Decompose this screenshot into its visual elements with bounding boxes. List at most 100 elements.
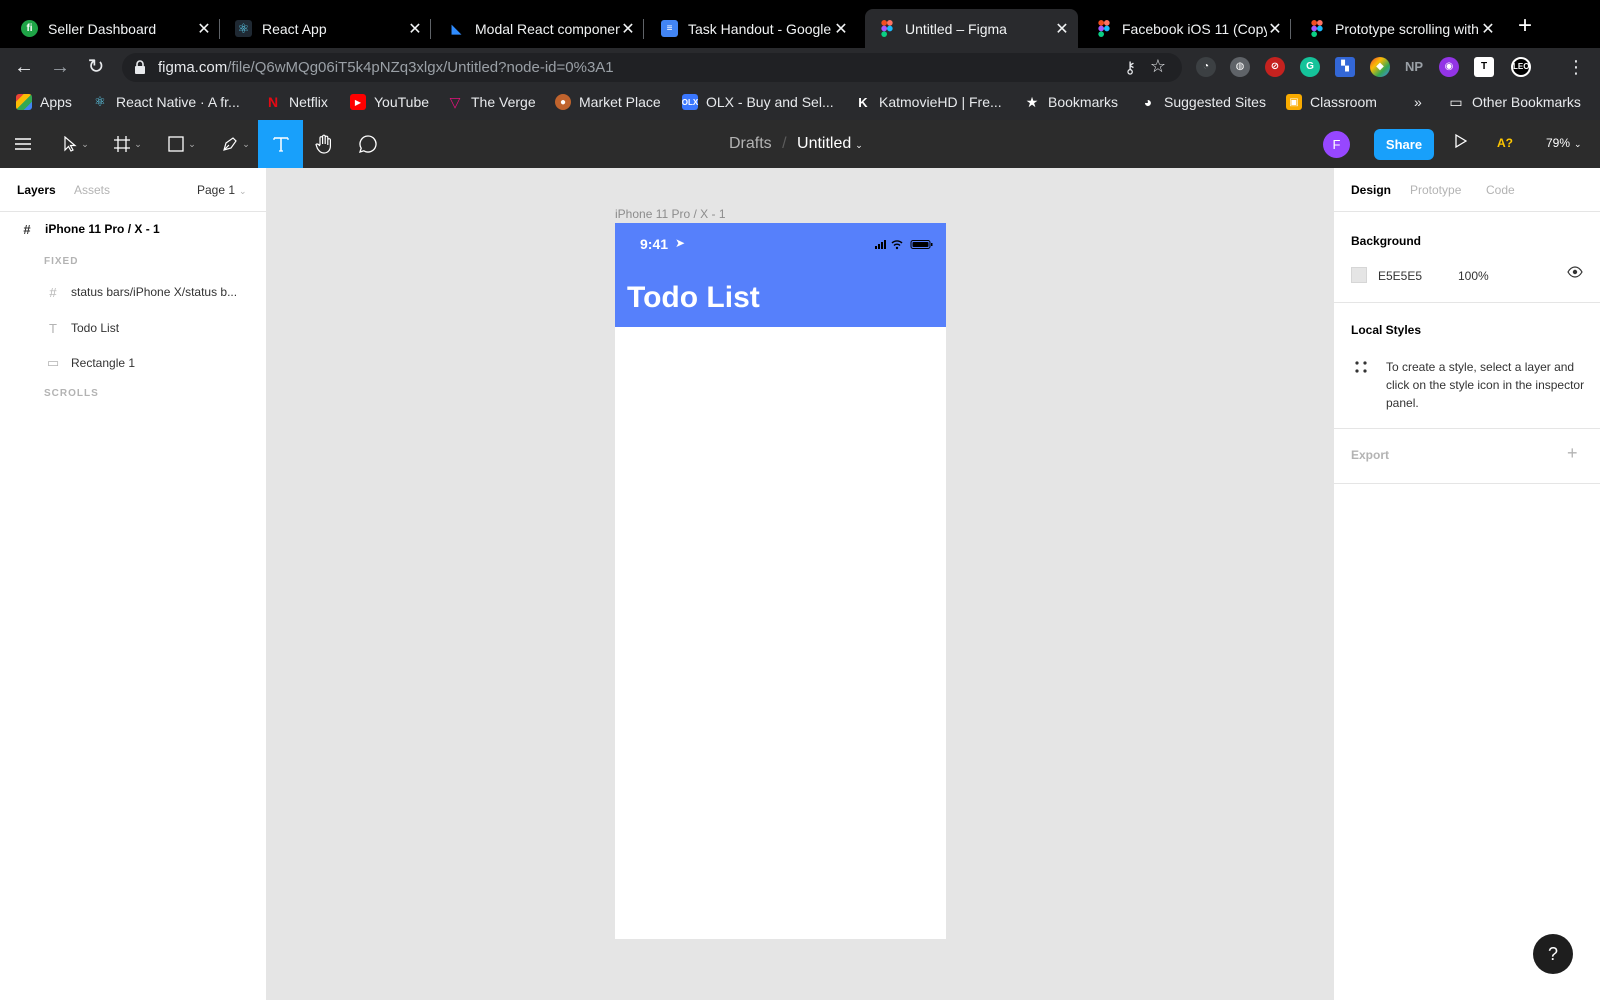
avatar[interactable]: F	[1323, 131, 1350, 158]
layer-name: status bars/iPhone X/status b...	[71, 285, 238, 299]
new-tab-icon[interactable]: +	[1518, 12, 1532, 40]
tab-layers[interactable]: Layers	[17, 183, 56, 197]
tab-task-handout[interactable]: ≡ Task Handout - Google Docs ✕	[648, 9, 857, 48]
frame-icon: #	[49, 284, 57, 300]
bookmark-netflix[interactable]: N Netflix	[265, 94, 328, 110]
share-button[interactable]: Share	[1374, 129, 1434, 160]
bookmark-bookmarks[interactable]: ★ Bookmarks	[1024, 93, 1118, 111]
background-hex-input[interactable]: E5E5E5	[1378, 269, 1422, 283]
header-rectangle[interactable]: 9:41 ➤ Todo List	[615, 223, 946, 327]
forward-icon[interactable]: →	[47, 54, 73, 80]
more-menu-icon[interactable]: ⋮	[1563, 54, 1589, 80]
hand-icon	[315, 134, 331, 154]
hand-tool-button[interactable]	[306, 120, 342, 168]
bookmark-apps[interactable]: Apps	[16, 94, 72, 110]
layer-todo-list[interactable]: T Todo List	[0, 313, 267, 343]
close-tab-icon[interactable]: ✕	[1267, 19, 1283, 39]
design-canvas[interactable]: iPhone 11 Pro / X - 1 9:41 ➤ Todo List	[267, 168, 1333, 1000]
extension-clock-icon[interactable]: ◔	[1196, 57, 1216, 77]
background-opacity-input[interactable]: 100%	[1458, 269, 1489, 283]
layer-rectangle-1[interactable]: ▭ Rectangle 1	[0, 348, 267, 378]
bookmark-classroom[interactable]: ▣ Classroom	[1286, 94, 1377, 110]
bookmark-youtube[interactable]: ▶ YouTube	[350, 94, 429, 110]
color-picker-icon[interactable]: ◆	[1370, 57, 1390, 77]
close-tab-icon[interactable]: ✕	[407, 19, 423, 39]
folder-icon: ▭	[1449, 93, 1463, 110]
add-export-icon[interactable]: +	[1567, 443, 1578, 464]
fixed-section-label: FIXED	[44, 256, 79, 267]
frame-label[interactable]: iPhone 11 Pro / X - 1	[615, 207, 726, 221]
close-tab-icon[interactable]: ✕	[196, 19, 212, 39]
close-tab-icon[interactable]: ✕	[1480, 19, 1496, 39]
figma-favicon-icon	[878, 20, 895, 37]
bookmark-other-bookmarks[interactable]: ▭ Other Bookmarks	[1448, 93, 1581, 111]
bookmark-suggested-sites[interactable]: ◕ Suggested Sites	[1140, 94, 1266, 110]
file-name[interactable]: Untitled	[797, 135, 851, 152]
lock-icon	[135, 60, 145, 74]
browser-tab-strip: fi Seller Dashboard ✕ ⚛ React App ✕ ◣ Mo…	[0, 0, 1600, 48]
close-tab-icon[interactable]: ✕	[1054, 19, 1070, 39]
panel-divider	[1334, 211, 1600, 212]
eye-icon[interactable]	[1567, 266, 1583, 278]
tab-modal-react[interactable]: ◣ Modal React component ✕	[435, 9, 644, 48]
extension-globe-icon[interactable]: ◍	[1230, 57, 1250, 77]
tab-assets[interactable]: Assets	[74, 183, 110, 197]
tab-code[interactable]: Code	[1486, 183, 1515, 197]
grammarly-icon[interactable]: G	[1300, 57, 1320, 77]
shape-tool-button[interactable]: ⌄	[158, 120, 206, 168]
classroom-icon: ▣	[1286, 94, 1302, 110]
extension-block-icon[interactable]: ⊘	[1265, 57, 1285, 77]
background-color-swatch[interactable]	[1351, 267, 1367, 283]
move-tool-button[interactable]: ⌄	[52, 120, 100, 168]
scrolls-section-label: SCROLLS	[44, 388, 99, 399]
comment-tool-button[interactable]	[350, 120, 386, 168]
star-icon: ★	[1025, 93, 1039, 110]
layer-name: Rectangle 1	[71, 356, 136, 370]
tab-design[interactable]: Design	[1351, 183, 1391, 197]
present-play-icon[interactable]	[1455, 133, 1468, 152]
bookmark-react-native[interactable]: ⚛ React Native · A fr...	[92, 94, 240, 110]
extension-np-icon[interactable]: NP	[1402, 57, 1426, 77]
bookmark-market-place[interactable]: ● Market Place	[555, 94, 661, 110]
help-button[interactable]: ?	[1533, 934, 1573, 974]
main-menu-icon[interactable]	[8, 120, 38, 168]
page-selector[interactable]: Page 1 ⌄	[197, 183, 247, 197]
reload-icon[interactable]: ↻	[83, 54, 109, 80]
tab-prototype[interactable]: Prototype	[1410, 183, 1461, 197]
chevron-down-icon[interactable]: ⌄	[855, 140, 863, 150]
profile-icon[interactable]: LEO	[1511, 57, 1531, 77]
tab-seller-dashboard[interactable]: fi Seller Dashboard ✕	[8, 9, 220, 48]
local-styles-heading: Local Styles	[1351, 323, 1422, 337]
pen-icon	[223, 137, 238, 151]
text-tool-button[interactable]	[258, 120, 303, 168]
panel-divider	[1334, 428, 1600, 429]
bookmark-the-verge[interactable]: ▽ The Verge	[447, 94, 536, 111]
address-bar[interactable]: figma.com/file/Q6wMQg06iT5k4pNZq3xlgx/Un…	[122, 53, 1182, 82]
bookmark-olx[interactable]: OLX OLX - Buy and Sel...	[682, 94, 834, 110]
frame-tool-button[interactable]: ⌄	[104, 120, 152, 168]
tab-react-app[interactable]: ⚛ React App ✕	[222, 9, 431, 48]
pen-tool-button[interactable]: ⌄	[212, 120, 260, 168]
apps-grid-icon	[16, 94, 32, 110]
tab-divider	[430, 19, 431, 39]
back-icon[interactable]: ←	[11, 54, 37, 80]
layer-frame-iphone[interactable]: # iPhone 11 Pro / X - 1	[0, 214, 267, 244]
bookmark-katmoviehd[interactable]: K KatmovieHD | Fre...	[855, 94, 1001, 110]
key-icon[interactable]: ⚷	[1124, 58, 1136, 78]
extension-puzzle-icon[interactable]: ▚	[1335, 57, 1355, 77]
drafts-link[interactable]: Drafts	[729, 135, 772, 152]
missing-fonts-button[interactable]: A?	[1497, 136, 1513, 150]
bookmark-star-icon[interactable]: ☆	[1150, 56, 1166, 77]
bookmarks-overflow-button[interactable]: »	[1414, 94, 1422, 110]
extension-purple-icon[interactable]: ◉	[1439, 57, 1459, 77]
tab-figma-untitled[interactable]: Untitled – Figma ✕	[865, 9, 1078, 48]
extension-reader-icon[interactable]: T	[1474, 57, 1494, 77]
zoom-dropdown[interactable]: 79% ⌄	[1546, 136, 1582, 150]
layer-status-bars[interactable]: # status bars/iPhone X/status b...	[0, 277, 267, 307]
close-tab-icon[interactable]: ✕	[833, 19, 849, 39]
todo-list-title[interactable]: Todo List	[627, 281, 760, 315]
tab-prototype-scrolling[interactable]: Prototype scrolling with ✕	[1295, 9, 1504, 48]
close-tab-icon[interactable]: ✕	[620, 19, 636, 39]
iphone-frame[interactable]: 9:41 ➤ Todo List	[615, 223, 946, 939]
tab-facebook-ios[interactable]: Facebook iOS 11 (Copy) ✕	[1082, 9, 1291, 48]
